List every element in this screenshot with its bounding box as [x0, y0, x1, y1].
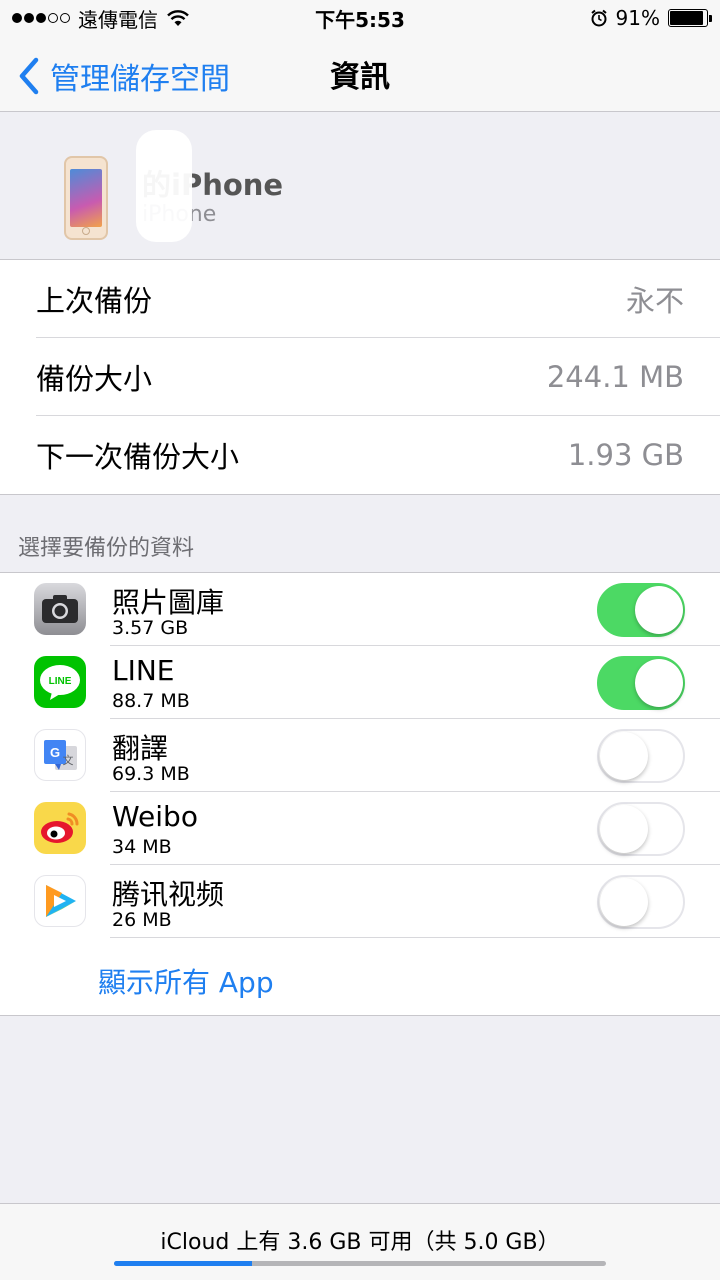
back-button[interactable]: 管理儲存空間 — [18, 54, 230, 98]
info-value: 永不 — [625, 284, 684, 318]
info-label: 下一次備份大小 — [36, 440, 240, 474]
info-value: 244.1 MB — [546, 360, 684, 394]
toggle-knob — [600, 878, 648, 926]
section-header: 選擇要備份的資料 — [18, 536, 195, 561]
status-time: 下午5:53 — [315, 7, 405, 32]
wifi-icon — [167, 10, 189, 26]
app-size: 34 MB — [112, 836, 172, 858]
chevron-left-icon — [19, 57, 39, 95]
backup-toggle-tencent-video[interactable] — [597, 875, 685, 929]
storage-available-text: iCloud 上有 3.6 GB 可用（共 5.0 GB） — [160, 1230, 560, 1255]
weibo-glyph — [41, 812, 79, 843]
app-row-tencent-video: 腾讯视频 26 MB — [0, 865, 720, 938]
battery-tip — [709, 15, 712, 22]
tencent-video-glyph — [46, 885, 76, 917]
iphone-device-icon — [64, 156, 108, 240]
navigation-bar: 管理儲存空間 資訊 — [0, 36, 720, 112]
app-row-translate: G 文 翻譯 69.3 MB — [0, 719, 720, 792]
battery-percent: 91% — [615, 6, 660, 30]
toggle-knob — [600, 732, 648, 780]
app-name: 翻譯 — [112, 732, 169, 765]
backup-toggle-line[interactable] — [597, 656, 685, 710]
signal-dot — [36, 13, 46, 23]
signal-dot — [48, 13, 58, 23]
show-all-apps-link[interactable]: 顯示所有 App — [98, 961, 274, 1001]
app-size: 69.3 MB — [112, 763, 190, 785]
app-size: 3.57 GB — [112, 617, 189, 639]
signal-dot — [24, 13, 34, 23]
line-icon: LINE — [34, 656, 86, 708]
tencent-video-icon — [34, 875, 86, 927]
battery-icon — [668, 9, 712, 27]
status-bar: 遠傳電信 下午5:53 91% — [0, 0, 720, 36]
signal-dot — [12, 13, 22, 23]
signal-strength-icon — [12, 13, 70, 23]
backup-toggle-photos[interactable] — [597, 583, 685, 637]
toggle-knob — [635, 586, 683, 634]
line-glyph: LINE — [40, 665, 80, 700]
camera-glyph — [42, 595, 78, 623]
toggle-knob — [635, 659, 683, 707]
carrier-name: 遠傳電信 — [78, 7, 158, 32]
svg-text:G: G — [50, 745, 60, 760]
app-name: LINE — [112, 654, 175, 687]
status-left: 遠傳電信 — [12, 4, 190, 33]
svg-text:文: 文 — [63, 753, 74, 767]
storage-footer: iCloud 上有 3.6 GB 可用（共 5.0 GB） — [0, 1203, 720, 1280]
backup-app-list: 照片圖庫 3.57 GB LINE LINE 88.7 MB G 文 翻譯 69… — [0, 572, 720, 1016]
camera-icon — [34, 583, 86, 635]
weibo-icon — [34, 802, 86, 854]
app-size: 88.7 MB — [112, 690, 190, 712]
translate-icon: G 文 — [34, 729, 86, 781]
info-value: 1.93 GB — [567, 438, 684, 472]
backup-size-row: 備份大小 244.1 MB — [0, 338, 720, 416]
device-header: 的iPhone iPhone — [0, 112, 720, 260]
signal-dot — [60, 13, 70, 23]
app-row-photos: 照片圖庫 3.57 GB — [0, 573, 720, 646]
battery-fill — [670, 11, 703, 25]
backup-toggle-weibo[interactable] — [597, 802, 685, 856]
info-label: 備份大小 — [36, 362, 153, 396]
backup-info-group: 上次備份 永不 備份大小 244.1 MB 下一次備份大小 1.93 GB — [0, 260, 720, 495]
phone-home-button — [82, 227, 90, 235]
redaction-scribble — [136, 130, 192, 242]
app-name: 照片圖庫 — [112, 586, 225, 619]
backup-toggle-translate[interactable] — [597, 729, 685, 783]
app-row-weibo: Weibo 34 MB — [0, 792, 720, 865]
info-label: 上次備份 — [36, 284, 153, 318]
toggle-knob — [600, 805, 648, 853]
storage-progress-fill — [114, 1261, 252, 1266]
next-backup-size-row: 下一次備份大小 1.93 GB — [0, 416, 720, 494]
app-row-line: LINE LINE 88.7 MB — [0, 646, 720, 719]
app-name: Weibo — [112, 800, 198, 833]
storage-progress-bar — [114, 1261, 606, 1266]
translate-glyph: G 文 — [44, 740, 77, 770]
line-logo-text: LINE — [49, 676, 72, 687]
phone-screen — [70, 169, 102, 227]
alarm-clock-icon — [590, 9, 607, 27]
last-backup-row: 上次備份 永不 — [0, 260, 720, 338]
app-size: 26 MB — [112, 909, 172, 931]
back-button-label: 管理儲存空間 — [50, 62, 230, 97]
status-right: 91% — [590, 6, 712, 30]
app-name: 腾讯视频 — [112, 878, 225, 911]
